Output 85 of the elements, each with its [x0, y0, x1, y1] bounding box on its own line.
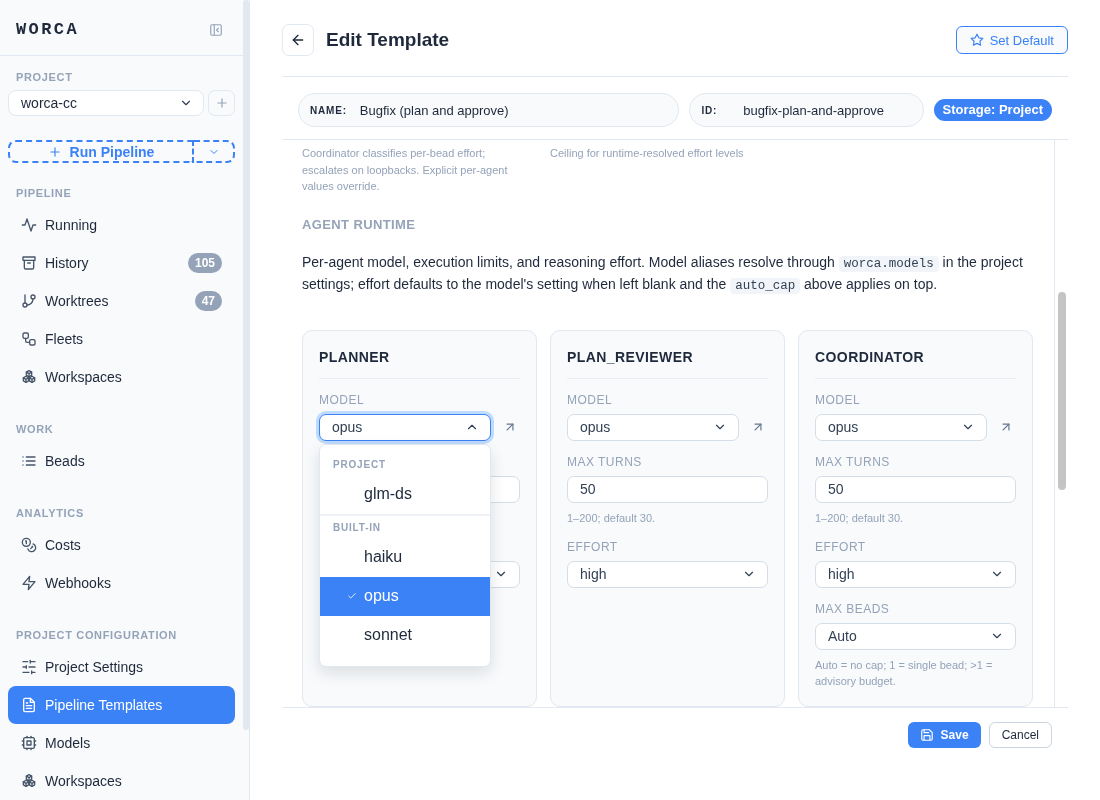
plus-icon — [214, 96, 229, 110]
text-input[interactable]: 50 — [567, 475, 768, 503]
count-badge: 105 — [187, 253, 222, 273]
agent-title: COORDINATOR — [815, 347, 1016, 379]
count-badge: 47 — [194, 291, 222, 311]
scrollbar-thumb[interactable] — [243, 0, 249, 730]
field-label: EFFORT — [815, 538, 867, 555]
lightning-icon — [21, 575, 37, 591]
nav-item[interactable]: Project Settings — [8, 648, 235, 686]
nav-item[interactable]: Running — [8, 206, 235, 244]
section-title: AGENT RUNTIME — [302, 216, 417, 233]
chip-icon — [21, 735, 37, 751]
sliders-icon — [21, 659, 37, 675]
agent-title: PLAN_REVIEWER — [567, 347, 768, 379]
set-default-button[interactable]: Set Default — [955, 26, 1068, 54]
agent-title: PLANNER — [319, 347, 520, 379]
nav-item[interactable]: Beads — [8, 442, 235, 480]
section-label: PROJECT — [16, 70, 74, 85]
select-field[interactable]: high — [815, 560, 1016, 588]
run-pipeline-button[interactable]: Run Pipeline — [8, 140, 194, 163]
save-button[interactable]: Save — [907, 722, 981, 748]
cubes-icon — [21, 369, 37, 385]
pulse-line-icon — [21, 217, 37, 233]
storage-badge: Storage: Project — [933, 99, 1052, 121]
field-hint: 1–200; default 30. — [815, 510, 905, 526]
panel-left-icon[interactable] — [209, 22, 223, 37]
field-label: MODEL — [567, 391, 614, 408]
list-icon — [21, 453, 37, 469]
nav-item[interactable]: Webhooks — [8, 564, 235, 602]
id-field[interactable]: ID: bugfix-plan-and-approve — [689, 93, 924, 127]
model-select[interactable]: opus — [815, 413, 987, 441]
back-button[interactable] — [282, 24, 314, 56]
archive-box-icon — [21, 255, 37, 271]
select-field[interactable]: high — [567, 560, 768, 588]
field-label: NAME: — [310, 104, 347, 116]
nav-item[interactable]: Models — [8, 724, 235, 762]
check-icon — [347, 591, 357, 601]
menu-option[interactable]: opus — [320, 576, 490, 616]
coins-icon — [21, 537, 37, 553]
scrollbar-thumb[interactable] — [1057, 292, 1066, 490]
field-label: MAX TURNS — [567, 453, 643, 470]
model-select[interactable]: opus — [567, 413, 739, 441]
branch-icon — [21, 293, 37, 309]
run-options-button[interactable] — [194, 140, 235, 163]
menu-option[interactable]: glm-ds — [320, 474, 490, 514]
section-label: PIPELINE — [16, 186, 73, 201]
description-text: Per-agent model, execution limits, and reasoning effort. Model aliases resolve through worca.models in the project settings; effort defaults to the model's setting when left blank and the auto_cap above applies on top. — [302, 252, 1024, 296]
menu-option[interactable]: haiku — [320, 537, 490, 577]
field-label: ID: — [701, 104, 718, 116]
app-logo: WORCA — [16, 20, 79, 39]
section-label: ANALYTICS — [16, 506, 85, 521]
project-select[interactable]: worca-cc — [8, 90, 204, 116]
hint-text: Ceiling for runtime-resolved effort levels — [550, 146, 745, 161]
menu-option[interactable]: sonnet — [320, 615, 490, 655]
field-label: MODEL — [319, 391, 366, 408]
star-icon — [969, 33, 984, 47]
cubes-icon — [21, 773, 37, 789]
arrow-left-icon — [290, 32, 306, 48]
group-label: PROJECT — [332, 457, 387, 472]
linked-squares-icon — [21, 331, 37, 347]
page-title: Edit Template — [326, 28, 451, 52]
text-input[interactable]: 50 — [815, 475, 1016, 503]
model-select[interactable]: opus — [319, 413, 491, 441]
field-label: MODEL — [815, 391, 862, 408]
nav-item[interactable]: Costs — [8, 526, 235, 564]
group-label: BUILT-IN — [332, 520, 382, 535]
field-hint: Auto = no cap; 1 = single bead; >1 = advisory budget. — [815, 657, 994, 689]
nav-item[interactable]: Worktrees 47 — [8, 282, 235, 320]
section-label: WORK — [16, 422, 55, 437]
field-label: MAX TURNS — [815, 453, 891, 470]
select-field[interactable]: Auto — [815, 622, 1016, 650]
section-label: PROJECT CONFIGURATION — [16, 628, 178, 643]
nav-item[interactable]: Pipeline Templates — [8, 686, 235, 724]
nav-item[interactable]: Fleets — [8, 320, 235, 358]
plus-icon — [47, 144, 62, 159]
nav-item[interactable]: Workspaces — [8, 762, 235, 800]
name-field[interactable]: NAME: Bugfix (plan and approve) — [298, 93, 680, 127]
field-hint: 1–200; default 30. — [567, 510, 657, 526]
field-label: MAX BEADS — [815, 600, 891, 617]
cancel-button[interactable]: Cancel — [988, 722, 1052, 748]
document-icon — [21, 697, 37, 713]
field-label: EFFORT — [567, 538, 619, 555]
nav-item[interactable]: History 105 — [8, 244, 235, 282]
hint-text: Coordinator classifies per-bead effort; escalates on loopbacks. Explicit per-agent values override. — [302, 146, 509, 194]
nav-item[interactable]: Workspaces — [8, 358, 235, 396]
